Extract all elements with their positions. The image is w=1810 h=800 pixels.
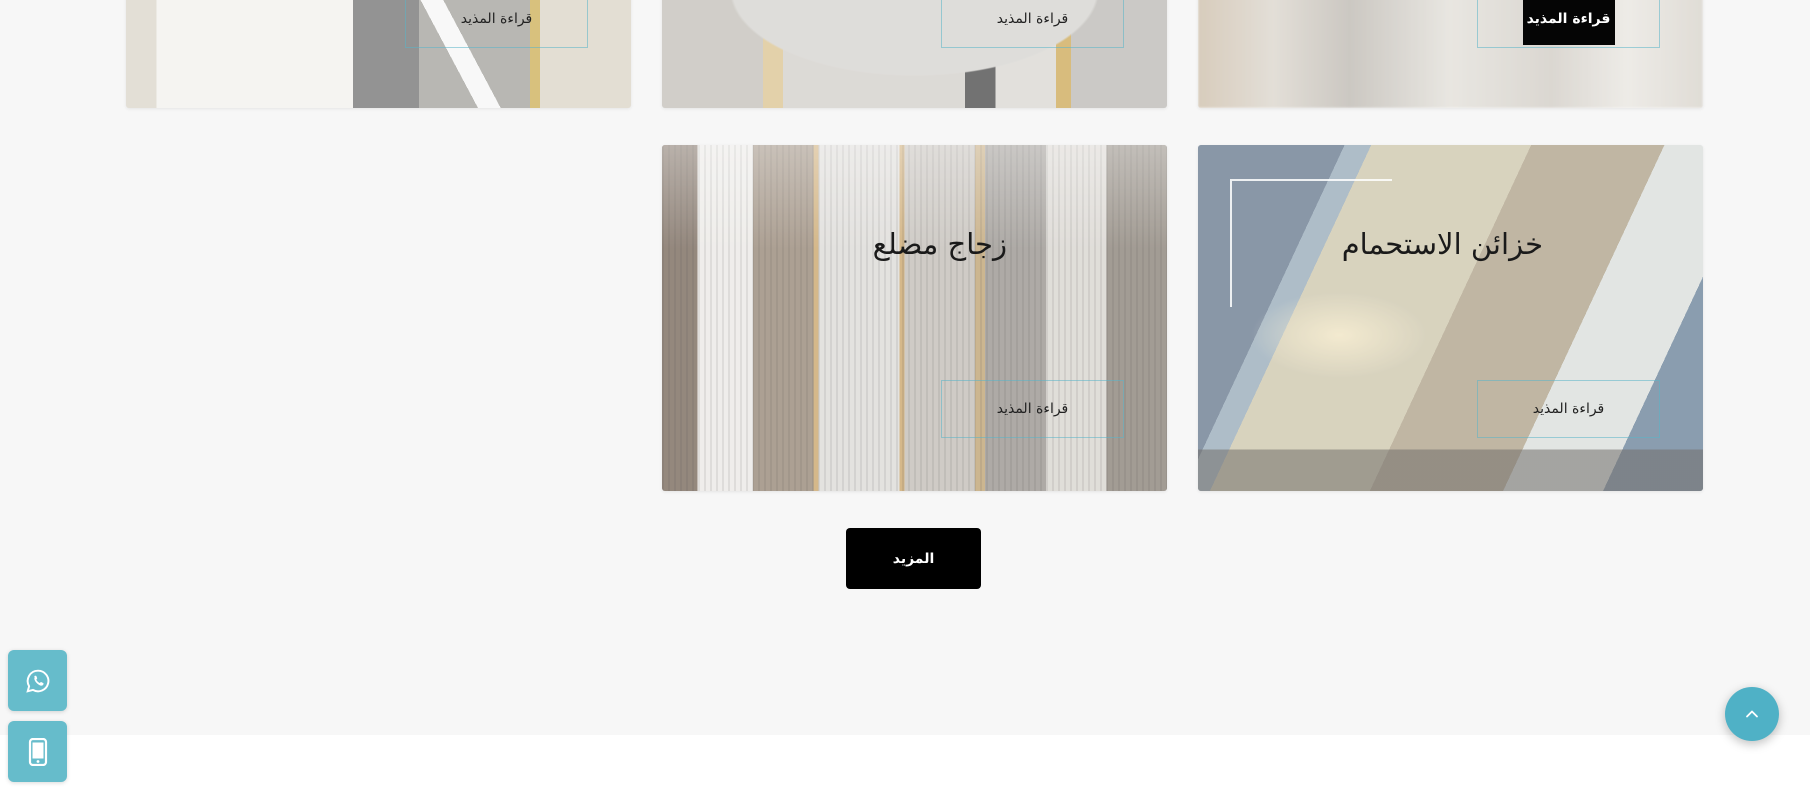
read-more-button[interactable]: قراءة المذيد (1477, 380, 1660, 438)
project-card-shower-cabins[interactable]: خزائن الاستحمام قراءة المذيد (1198, 145, 1703, 491)
read-more-button[interactable]: قراءة المذيد (405, 0, 588, 48)
more-button[interactable]: المزيد (846, 528, 981, 589)
read-more-button[interactable]: قراءة المذيد (1477, 0, 1660, 48)
scroll-to-top-button[interactable] (1725, 687, 1779, 741)
project-card-top-middle[interactable]: قراءة المذيد (662, 0, 1167, 108)
whatsapp-icon (25, 669, 49, 693)
read-more-button[interactable]: قراءة المذيد (941, 0, 1124, 48)
mobile-phone-icon (28, 737, 47, 766)
read-more-button[interactable]: قراءة المذيد (941, 380, 1124, 438)
chevron-up-icon (1746, 710, 1758, 718)
card-title: زجاج مضلع (872, 227, 1007, 261)
phone-button[interactable] (8, 721, 67, 782)
projects-section: قراءة المذيد قراءة المذيد قراءة المذيد ز… (0, 0, 1810, 735)
project-card-top-right[interactable]: قراءة المذيد (1198, 0, 1703, 108)
project-card-frosted-glass[interactable]: زجاج مضلع قراءة المذيد (662, 145, 1167, 491)
project-card-top-left[interactable]: قراءة المذيد (126, 0, 631, 108)
whatsapp-button[interactable] (8, 650, 67, 711)
card-title: خزائن الاستحمام (1341, 227, 1543, 261)
